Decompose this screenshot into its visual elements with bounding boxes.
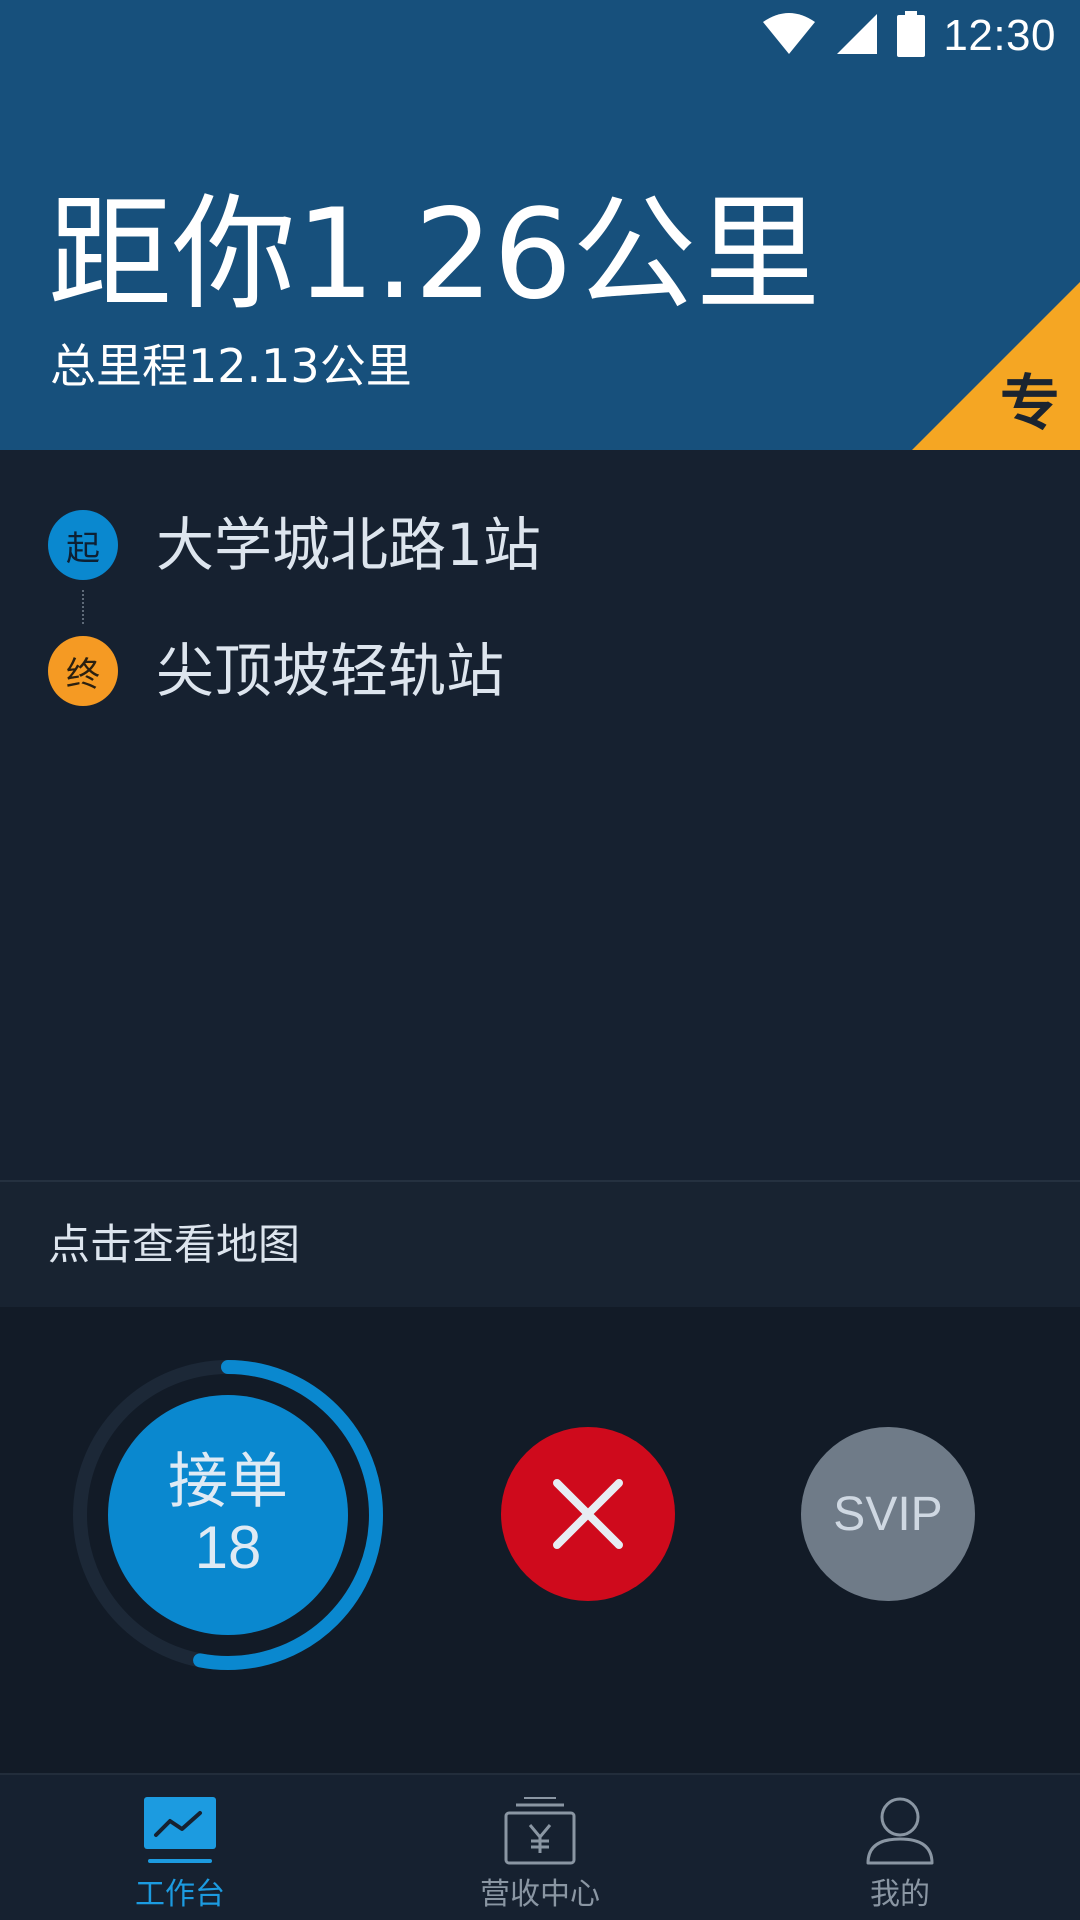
user-profile-icon xyxy=(866,1797,934,1865)
route-start: 起 大学城北路1站 xyxy=(48,510,541,580)
wifi-icon xyxy=(761,12,817,60)
special-car-badge-label: 专 xyxy=(1000,369,1060,439)
route-connector xyxy=(82,590,86,624)
status-bar: 12:30 xyxy=(761,0,1056,72)
tab-workbench-label: 工作台 xyxy=(135,1877,225,1912)
special-car-badge: 专 xyxy=(912,282,1080,450)
route-end: 终 尖顶坡轻轨站 xyxy=(48,636,504,706)
order-actions: 接单 18 SVIP xyxy=(0,1307,1080,1773)
tab-mine-label: 我的 xyxy=(870,1877,930,1912)
revenue-yuan-icon xyxy=(504,1797,576,1865)
close-icon xyxy=(553,1479,623,1549)
start-location: 大学城北路1站 xyxy=(156,511,541,579)
status-time: 12:30 xyxy=(943,11,1056,60)
end-marker: 终 xyxy=(48,636,118,706)
battery-icon xyxy=(897,11,926,61)
route-panel: 起 大学城北路1站 终 尖顶坡轻轨站 xyxy=(0,450,1080,1180)
accept-order-label: 接单 xyxy=(168,1447,288,1517)
tab-revenue-label: 营收中心 xyxy=(480,1877,600,1912)
view-map-link[interactable]: 点击查看地图 xyxy=(0,1180,1080,1307)
accept-order-button[interactable]: 接单 18 xyxy=(108,1395,348,1635)
tab-mine[interactable]: 我的 xyxy=(720,1775,1080,1920)
distance-to-passenger: 距你1.26公里 xyxy=(48,183,821,327)
bottom-tab-bar: 工作台 营收中心 我的 xyxy=(0,1773,1080,1920)
tab-revenue[interactable]: 营收中心 xyxy=(360,1775,720,1920)
dashboard-chart-icon xyxy=(144,1797,216,1863)
reject-order-button[interactable] xyxy=(501,1427,675,1601)
svip-button[interactable]: SVIP xyxy=(801,1427,975,1601)
accept-order-control: 接单 18 xyxy=(72,1359,384,1671)
view-map-label: 点击查看地图 xyxy=(48,1220,301,1269)
order-header: 12:30 距你1.26公里 总里程12.13公里 专 xyxy=(0,0,1080,450)
tab-workbench[interactable]: 工作台 xyxy=(0,1775,360,1920)
total-mileage: 总里程12.13公里 xyxy=(50,339,412,393)
start-marker: 起 xyxy=(48,510,118,580)
cell-signal-icon xyxy=(835,12,879,60)
end-location: 尖顶坡轻轨站 xyxy=(156,637,505,705)
accept-order-count: 18 xyxy=(194,1514,262,1581)
